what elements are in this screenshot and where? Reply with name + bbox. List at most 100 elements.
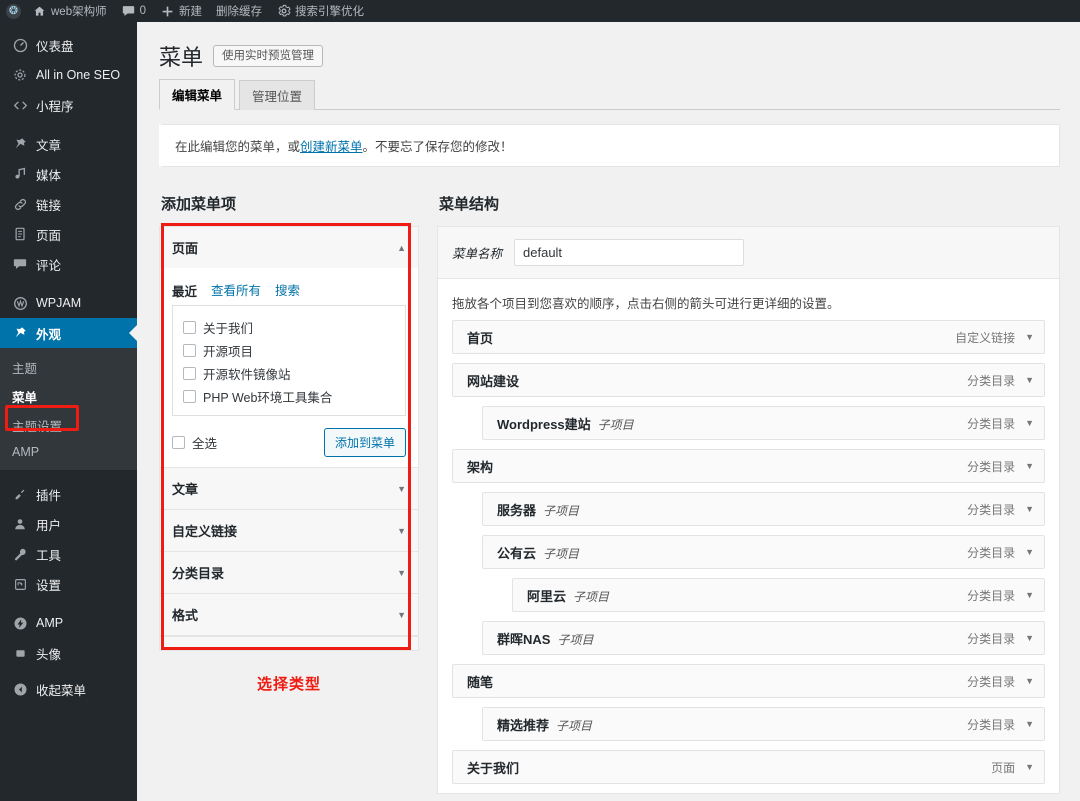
- sidebar-item-pages[interactable]: 页面: [0, 219, 137, 249]
- chevron-down-icon[interactable]: ▼: [1025, 676, 1034, 686]
- menu-item-row[interactable]: 精选推荐 子项目 分类目录 ▼: [482, 707, 1045, 741]
- adminbar-new-content[interactable]: 新建: [153, 0, 209, 22]
- chevron-down-icon[interactable]: ▼: [1025, 719, 1034, 729]
- chevron-down-icon[interactable]: ▼: [1025, 461, 1034, 471]
- menu-item-box[interactable]: 关于我们 页面 ▼: [452, 750, 1045, 784]
- sidebar-item-appearance[interactable]: 外观: [0, 318, 137, 348]
- sidebar-subitem-themes[interactable]: 主题: [0, 353, 137, 382]
- page-checkbox-row[interactable]: 开源项目: [183, 339, 395, 362]
- menu-name-label: 菜单名称: [452, 247, 503, 261]
- pages-tab-recent[interactable]: 最近: [172, 281, 198, 301]
- sidebar-item-wpjam[interactable]: WPJAM: [0, 288, 137, 318]
- menu-item-box[interactable]: 架构 分类目录 ▼: [452, 449, 1045, 483]
- menu-item-box[interactable]: 公有云 子项目 分类目录 ▼: [482, 535, 1045, 569]
- chevron-down-icon[interactable]: ▼: [1025, 418, 1034, 428]
- live-preview-button[interactable]: 使用实时预览管理: [213, 44, 324, 68]
- menu-item-box[interactable]: Wordpress建站 子项目 分类目录 ▼: [482, 406, 1045, 440]
- chevron-down-icon[interactable]: ▼: [397, 526, 406, 536]
- sidebar-item-plugins[interactable]: 插件: [0, 479, 137, 509]
- sidebar-subitem-theme-settings[interactable]: 主题设置: [0, 411, 137, 440]
- menu-item-box[interactable]: 精选推荐 子项目 分类目录 ▼: [482, 707, 1045, 741]
- menu-item-labels: 关于我们: [467, 758, 526, 777]
- sidebar-item-tools[interactable]: 工具: [0, 539, 137, 569]
- checkbox-icon[interactable]: [183, 367, 196, 380]
- tab-edit-menu[interactable]: 编辑菜单: [159, 79, 236, 110]
- sidebar-subitem-amp[interactable]: AMP: [0, 440, 137, 464]
- menu-item-meta: 分类目录 ▼: [967, 415, 1034, 432]
- menu-item-labels: 网站建设: [467, 371, 526, 390]
- chevron-down-icon[interactable]: ▼: [1025, 332, 1034, 342]
- sidebar-item-amp[interactable]: AMP: [0, 608, 137, 638]
- sidebar-item-comments[interactable]: 评论: [0, 249, 137, 279]
- sidebar-item-mini-program[interactable]: 小程序: [0, 90, 137, 120]
- menu-item-subtype: 子项目: [557, 632, 594, 647]
- sidebar-item-avatar[interactable]: 头像: [0, 638, 137, 668]
- sidebar-item-all-in-one-seo[interactable]: All in One SEO: [0, 60, 137, 90]
- accordion-header-pages[interactable]: 页面 ▲: [160, 227, 418, 268]
- menu-item-row[interactable]: 架构 分类目录 ▼: [452, 449, 1045, 483]
- chevron-down-icon[interactable]: ▼: [397, 610, 406, 620]
- accordion-header-categories[interactable]: 分类目录 ▼: [160, 552, 418, 593]
- sidebar-subitem-menus[interactable]: 菜单: [0, 382, 137, 411]
- menu-item-row[interactable]: 服务器 子项目 分类目录 ▼: [482, 492, 1045, 526]
- menu-item-row[interactable]: 阿里云 子项目 分类目录 ▼: [512, 578, 1045, 612]
- adminbar-clear-cache[interactable]: 删除缓存: [209, 0, 269, 22]
- appearance-icon: [10, 326, 30, 340]
- adminbar-seo[interactable]: 搜索引擎优化: [269, 0, 371, 22]
- menu-item-row[interactable]: 随笔 分类目录 ▼: [452, 664, 1045, 698]
- menu-item-box[interactable]: 阿里云 子项目 分类目录 ▼: [512, 578, 1045, 612]
- accordion-header-custom-links[interactable]: 自定义链接 ▼: [160, 510, 418, 551]
- sidebar-item-users[interactable]: 用户: [0, 509, 137, 539]
- menu-item-box[interactable]: 服务器 子项目 分类目录 ▼: [482, 492, 1045, 526]
- checkbox-icon[interactable]: [183, 321, 196, 334]
- menu-item-meta: 分类目录 ▼: [967, 372, 1034, 389]
- create-new-menu-link[interactable]: 创建新菜单: [300, 140, 363, 154]
- chevron-down-icon[interactable]: ▼: [1025, 547, 1034, 557]
- chevron-down-icon[interactable]: ▼: [1025, 504, 1034, 514]
- select-all-checkbox-row[interactable]: 全选: [172, 433, 217, 452]
- menu-item-row[interactable]: 公有云 子项目 分类目录 ▼: [482, 535, 1045, 569]
- chevron-down-icon[interactable]: ▼: [397, 568, 406, 578]
- chevron-down-icon[interactable]: ▼: [397, 484, 406, 494]
- menu-item-box[interactable]: 首页 自定义链接 ▼: [452, 320, 1045, 354]
- sidebar-collapse-button[interactable]: 收起菜单: [0, 674, 137, 704]
- menu-item-box[interactable]: 随笔 分类目录 ▼: [452, 664, 1045, 698]
- adminbar-comments[interactable]: 0: [114, 0, 153, 22]
- tab-manage-locations[interactable]: 管理位置: [239, 80, 316, 110]
- chevron-down-icon[interactable]: ▼: [1025, 590, 1034, 600]
- sidebar-item-links[interactable]: 链接: [0, 189, 137, 219]
- page-checkbox-row[interactable]: 开源软件镜像站: [183, 362, 395, 385]
- menu-item-row[interactable]: 首页 自定义链接 ▼: [452, 320, 1045, 354]
- add-to-menu-button[interactable]: 添加到菜单: [323, 428, 406, 457]
- accordion-header-formats[interactable]: 格式 ▼: [160, 594, 418, 635]
- sidebar-label: 媒体: [36, 168, 62, 183]
- menu-item-row[interactable]: Wordpress建站 子项目 分类目录 ▼: [482, 406, 1045, 440]
- pages-tab-view-all[interactable]: 查看所有: [211, 280, 261, 300]
- adminbar-site-name[interactable]: web架构师: [25, 0, 114, 22]
- sidebar-item-appearance-label: 外观: [36, 327, 62, 342]
- menu-item-row[interactable]: 群晖NAS 子项目 分类目录 ▼: [482, 621, 1045, 655]
- sidebar-item-dashboard[interactable]: 仪表盘: [0, 30, 137, 60]
- checkbox-icon[interactable]: [183, 390, 196, 403]
- checkbox-icon[interactable]: [172, 436, 185, 449]
- page-checkbox-row[interactable]: 关于我们: [183, 316, 395, 339]
- chevron-up-icon[interactable]: ▲: [397, 243, 406, 253]
- chevron-down-icon[interactable]: ▼: [1025, 375, 1034, 385]
- chevron-down-icon[interactable]: ▼: [1025, 762, 1034, 772]
- pages-tab-search[interactable]: 搜索: [275, 280, 300, 300]
- accordion-header-posts[interactable]: 文章 ▼: [160, 468, 418, 509]
- menu-item-type: 分类目录: [967, 416, 1016, 431]
- menu-item-box[interactable]: 网站建设 分类目录 ▼: [452, 363, 1045, 397]
- adminbar-wordpress-logo[interactable]: ❂: [0, 0, 25, 22]
- menu-item-row[interactable]: 网站建设 分类目录 ▼: [452, 363, 1045, 397]
- menu-item-row[interactable]: 关于我们 页面 ▼: [452, 750, 1045, 784]
- chevron-down-icon[interactable]: ▼: [1025, 633, 1034, 643]
- sidebar-item-media[interactable]: 媒体: [0, 159, 137, 189]
- menu-name-input[interactable]: [514, 239, 745, 266]
- page-checkbox-row[interactable]: PHP Web环境工具集合: [183, 385, 395, 408]
- checkbox-icon[interactable]: [183, 344, 196, 357]
- menu-item-box[interactable]: 群晖NAS 子项目 分类目录 ▼: [482, 621, 1045, 655]
- sidebar-item-settings[interactable]: 设置: [0, 569, 137, 599]
- menu-item-title: 首页: [467, 330, 494, 346]
- sidebar-item-posts[interactable]: 文章: [0, 129, 137, 159]
